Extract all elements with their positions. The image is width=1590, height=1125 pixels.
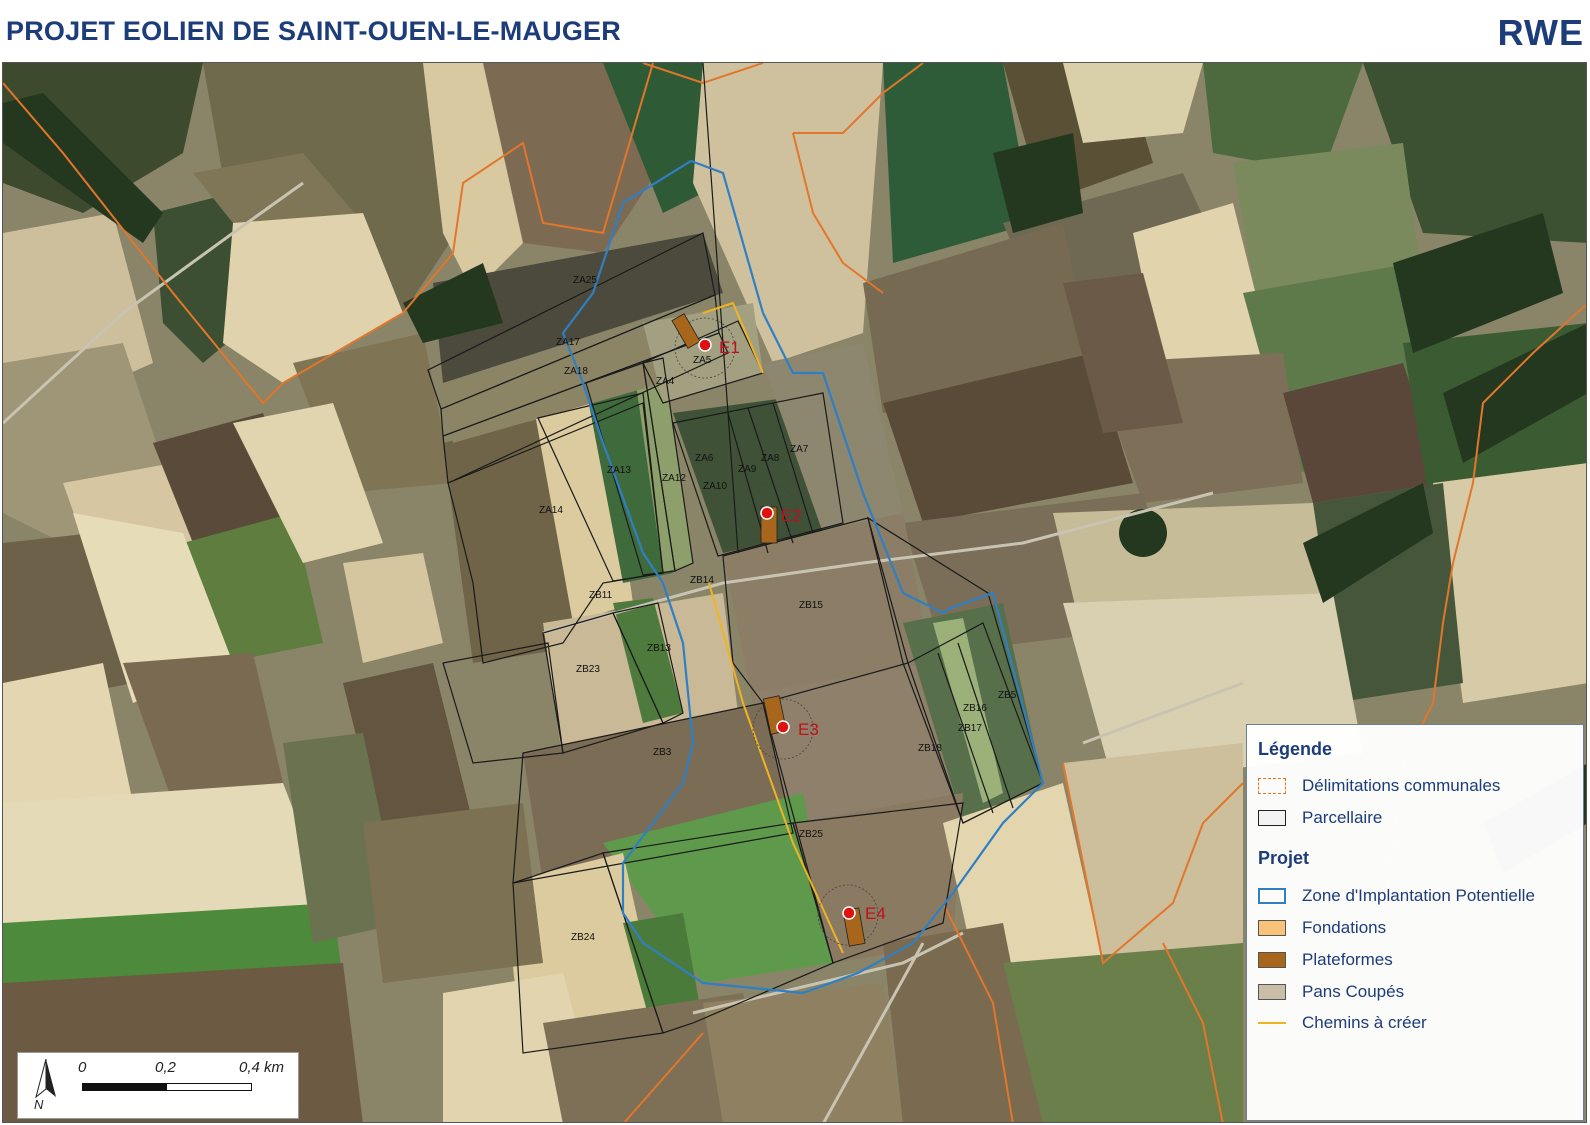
parcel-label: ZB14 [690, 575, 714, 586]
parcel-label: ZB3 [653, 747, 672, 758]
legend-label: Parcellaire [1302, 808, 1383, 827]
parcel-label: ZB17 [958, 723, 982, 734]
parcel-label: ZB5 [998, 690, 1017, 701]
parcel-label: ZB18 [918, 743, 942, 754]
parcel-label: ZA25 [573, 275, 597, 286]
parcel-label: ZB25 [799, 829, 823, 840]
legend-panel: Légende Délimitations communales Parcell… [1246, 724, 1584, 1121]
turbine-dot [776, 720, 790, 734]
parcel-label: ZB11 [589, 590, 613, 601]
scale-tick-0: 0 [78, 1059, 87, 1076]
parcel-label: ZA8 [761, 453, 780, 464]
turbine-dot [760, 506, 774, 520]
legend-item-zone: Zone d'Implantation Potentielle [1258, 885, 1535, 907]
legend-item-parcels: Parcellaire [1258, 807, 1382, 829]
parcel-label: ZA4 [656, 376, 675, 387]
legend-label: Pans Coupés [1302, 982, 1405, 1001]
rwe-logo: RWE [1497, 12, 1584, 53]
parcel-label: ZB23 [576, 664, 600, 675]
legend-item-foundations: Fondations [1258, 917, 1386, 939]
parcel-label: ZA18 [564, 366, 588, 377]
parcel-swatch [1258, 810, 1286, 826]
legend-label: Chemins à créer [1302, 1013, 1427, 1032]
parcel-label: ZB16 [963, 703, 987, 714]
parcel-label: ZB15 [799, 600, 823, 611]
north-label: N [34, 1097, 44, 1112]
turbine-dot [842, 906, 856, 920]
communal-limit-swatch [1258, 778, 1286, 794]
legend-label: Fondations [1302, 918, 1387, 937]
parcel-label: ZA9 [738, 464, 757, 475]
scale-bar-graphic [82, 1083, 252, 1091]
legend-item-platforms: Plateformes [1258, 949, 1393, 971]
parcel-label: ZA10 [703, 481, 727, 492]
parcel-label: ZA14 [539, 505, 563, 516]
parcel-label: ZA5 [693, 355, 712, 366]
legend-item-pans-coupes: Pans Coupés [1258, 981, 1404, 1003]
turbine-label-E3: E3 [798, 720, 819, 739]
legend-project-title: Projet [1258, 848, 1310, 868]
zone-swatch [1258, 888, 1286, 904]
legend-label: Délimitations communales [1302, 776, 1501, 795]
legend-label: Plateformes [1302, 950, 1393, 969]
north-arrow-icon [35, 1058, 56, 1099]
platform-swatch [1258, 952, 1286, 968]
legend-item-communal-limits: Délimitations communales [1258, 775, 1500, 797]
turbine-label-E1: E1 [719, 338, 740, 357]
parcel-label: ZA13 [607, 465, 631, 476]
parcel-label: ZA12 [662, 473, 686, 484]
foundation-swatch [1258, 920, 1286, 936]
parcel-label: ZA17 [556, 337, 580, 348]
parcel-label: ZA7 [790, 444, 809, 455]
header: PROJET EOLIEN DE SAINT-OUEN-LE-MAUGER RW… [0, 0, 1590, 62]
scale-tick-2: 0,4 km [239, 1059, 285, 1076]
parcel-label: ZB13 [647, 643, 671, 654]
turbine-label-E2: E2 [781, 506, 802, 525]
legend-item-paths: Chemins à créer [1258, 1012, 1427, 1034]
legend-title: Légende [1258, 739, 1333, 759]
pans-coupes-swatch [1258, 984, 1286, 1000]
parcel-label: ZB24 [571, 932, 595, 943]
turbine-dot [698, 338, 712, 352]
turbine-label-E4: E4 [865, 904, 886, 923]
page-title: PROJET EOLIEN DE SAINT-OUEN-LE-MAUGER [6, 16, 621, 46]
parcel-label: ZA6 [695, 453, 714, 464]
legend-label: Zone d'Implantation Potentielle [1302, 886, 1535, 905]
path-swatch [1258, 1022, 1286, 1024]
scale-bar: N 0 0,2 0,4 km [17, 1052, 299, 1119]
scale-tick-1: 0,2 [155, 1059, 176, 1076]
